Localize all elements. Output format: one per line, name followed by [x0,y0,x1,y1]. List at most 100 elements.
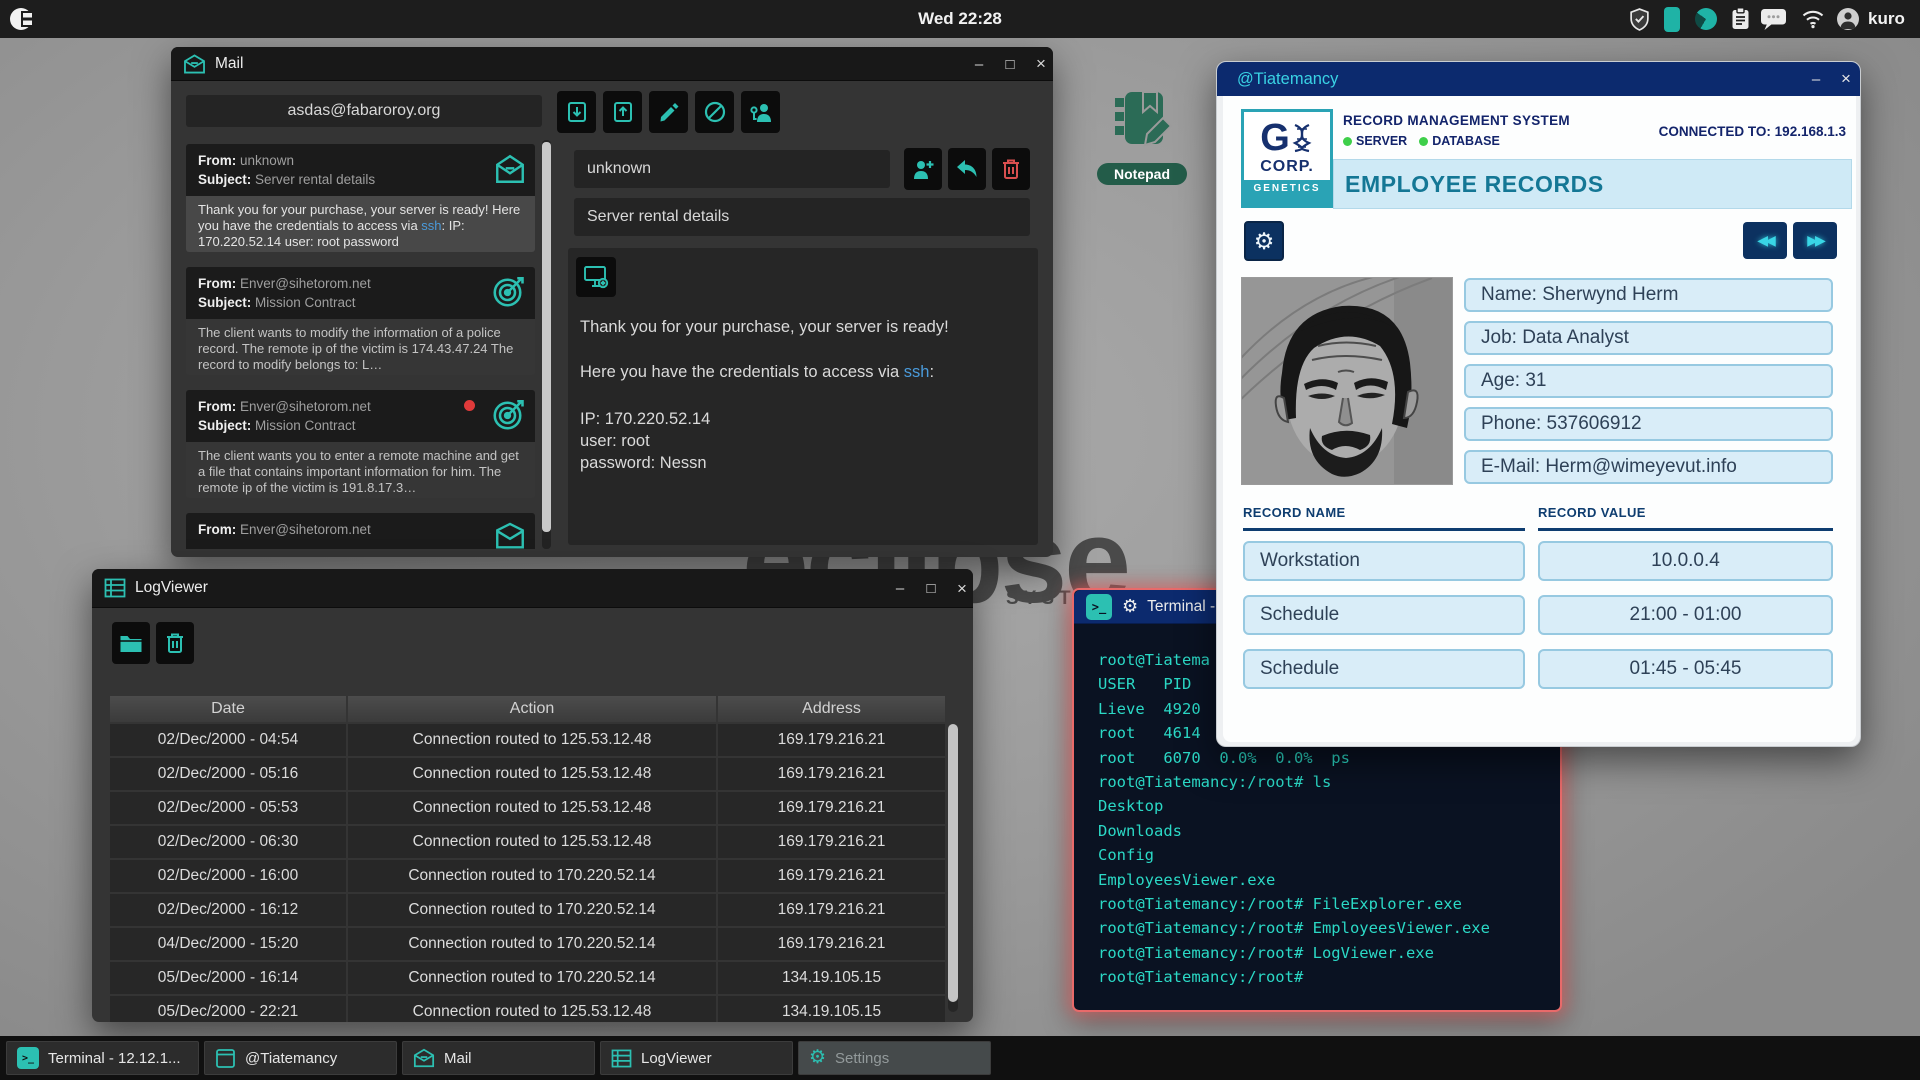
gcorp-logo: G CORP. GENETICS [1241,109,1333,208]
log-column-action[interactable]: Action [348,696,716,722]
records-window: @Tiatemancy – × G CORP. GENETICS RECORD … [1216,61,1861,747]
taskbar: >_ Terminal - 12.12.1... @Tiatemancy Mai… [0,1036,1920,1080]
reader-connect-button[interactable] [576,257,616,297]
mail-minimize-button[interactable]: – [964,47,994,81]
logviewer-icon [104,578,126,598]
logviewer-close-button[interactable]: × [947,569,977,608]
tasks-icon[interactable] [1731,7,1750,31]
mail-list-item[interactable]: From: unknown Subject: Server rental det… [186,144,535,252]
preview-ssh-link: ssh [421,218,441,233]
record-value-cell[interactable]: 21:00 - 01:00 [1538,595,1833,635]
disk-usage-icon[interactable] [1695,8,1717,30]
notepad-icon [1111,90,1173,154]
mail-close-button[interactable]: × [1026,47,1056,81]
compose-icon [658,101,680,123]
records-close-button[interactable]: × [1831,62,1861,96]
wifi-icon[interactable] [1801,8,1825,29]
preview-text: The client wants to modify the informati… [198,325,513,372]
field-age[interactable]: Age: 31 [1464,364,1833,398]
mail-list-item[interactable]: From: Enver@sihetorom.net [186,513,535,549]
reader-reply-button[interactable] [948,148,986,190]
record-value-cell[interactable]: 10.0.0.4 [1538,541,1833,581]
reader-body-panel: Thank you for your purchase, your server… [568,248,1038,545]
reader-from-field[interactable]: unknown [574,150,890,188]
record-name-cell[interactable]: Schedule [1243,595,1525,635]
mail-block-button[interactable] [695,91,734,133]
unread-dot [464,400,475,411]
notepad-desktop-icon[interactable]: Notepad [1097,90,1187,186]
reader-delete-button[interactable] [992,148,1030,190]
records-titlebar[interactable]: @Tiatemancy [1217,62,1860,96]
reader-contact-add-button[interactable] [904,148,942,190]
logviewer-window: LogViewer – □ × Date Action Address 02/D… [92,569,973,1022]
logviewer-minimize-button[interactable]: – [885,569,915,608]
os-logo-icon[interactable] [9,5,37,33]
mail-list-item[interactable]: From: Enver@sihetorom.net Subject: Missi… [186,267,535,375]
mail-titlebar[interactable]: Mail [171,47,1053,81]
window-icon [215,1048,236,1069]
log-column-date[interactable]: Date [110,696,346,722]
mail-send-button[interactable] [603,91,642,133]
record-value-header: RECORD VALUE [1538,505,1646,520]
logviewer-titlebar[interactable]: LogViewer [92,569,973,608]
mail-list-item[interactable]: From: Enver@sihetorom.net Subject: Missi… [186,390,535,498]
field-job[interactable]: Job: Data Analyst [1464,321,1833,355]
field-name[interactable]: Name: Sherwynd Herm [1464,278,1833,312]
previous-record-button[interactable]: ◀◀ [1743,222,1787,259]
record-value-cell[interactable]: 01:45 - 05:45 [1538,649,1833,689]
user-avatar[interactable] [1837,8,1859,30]
mail-window-title: Mail [215,55,243,73]
taskbar-item-tiatemancy[interactable]: @Tiatemancy [204,1041,397,1075]
fast-forward-icon: ▶▶ [1807,232,1823,249]
database-status-dot [1419,137,1428,146]
log-table-scrollbar[interactable] [948,724,958,1012]
contacts-key-icon [749,101,773,123]
reply-icon [955,159,979,179]
mail-message-list: From: unknown Subject: Server rental det… [186,140,535,549]
mail-address-value: asdas@fabaroroy.org [288,102,441,120]
reader-subject-field[interactable]: Server rental details [574,198,1030,236]
settings-button[interactable]: ⚙ [1244,221,1284,261]
mail-receive-button[interactable] [557,91,596,133]
battery-icon[interactable] [1664,7,1680,32]
log-open-button[interactable] [112,622,150,664]
shield-check-icon[interactable] [1629,8,1650,31]
record-name-cell[interactable]: Workstation [1243,541,1525,581]
gear-icon: ⚙ [1122,596,1138,617]
record-name-cell[interactable]: Schedule [1243,649,1525,689]
record-name-underline [1243,528,1525,531]
clock: Wed 22:28 [896,9,1024,29]
from-label: From: [198,153,236,168]
database-status-label: DATABASE [1432,134,1500,148]
records-minimize-button[interactable]: – [1801,62,1831,96]
ssh-link[interactable]: ssh [904,363,930,381]
mail-address-field[interactable]: asdas@fabaroroy.org [186,95,542,127]
field-email[interactable]: E-Mail: Herm@wimeyevut.info [1464,450,1833,484]
taskbar-item-settings[interactable]: ⚙ Settings [798,1041,991,1075]
folder-icon [119,633,143,653]
server-status-label: SERVER [1356,134,1407,148]
mission-target-icon [491,396,527,432]
taskbar-item-logviewer[interactable]: LogViewer [600,1041,793,1075]
trash-icon [1001,158,1021,180]
chat-icon[interactable] [1760,8,1787,31]
gear-icon: ⚙ [809,1048,826,1068]
field-phone[interactable]: Phone: 537606912 [1464,407,1833,441]
send-mail-icon [612,101,634,123]
taskbar-item-mail[interactable]: Mail [402,1041,595,1075]
mail-compose-button[interactable] [649,91,688,133]
logviewer-maximize-button[interactable]: □ [916,569,946,608]
gcorp-corp: CORP. [1260,158,1314,176]
mail-maximize-button[interactable]: □ [995,47,1025,81]
mail-contacts-button[interactable] [741,91,780,133]
mail-list-scrollbar[interactable] [542,140,551,549]
subject-label: Subject: [198,172,251,187]
next-record-button[interactable]: ▶▶ [1793,222,1837,259]
log-column-address[interactable]: Address [718,696,945,722]
trash-icon [165,632,185,654]
taskbar-item-terminal[interactable]: >_ Terminal - 12.12.1... [6,1041,199,1075]
server-status-dot [1343,137,1352,146]
system-title: RECORD MANAGEMENT SYSTEM [1343,113,1570,128]
section-title: EMPLOYEE RECORDS [1345,171,1604,198]
log-clear-button[interactable] [156,622,194,664]
